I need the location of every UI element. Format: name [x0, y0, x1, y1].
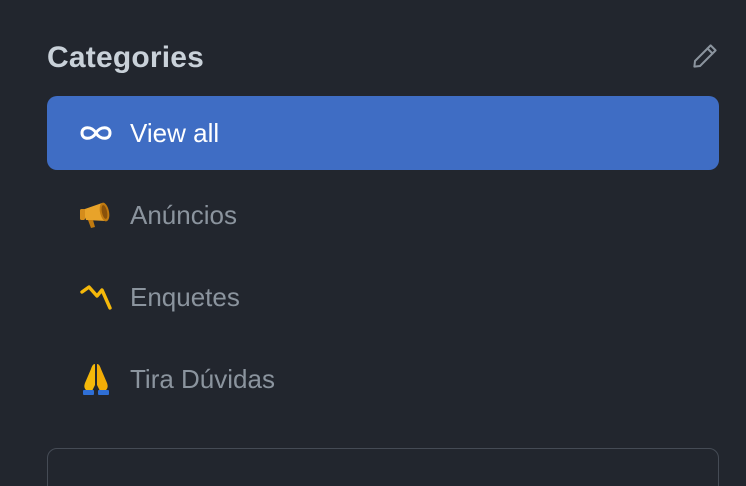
categories-title: Categories [47, 41, 205, 74]
categories-header: Categories [47, 36, 719, 80]
category-label: Tira Dúvidas [130, 363, 275, 394]
megaphone-icon [78, 196, 116, 234]
edit-categories-button[interactable] [687, 40, 723, 76]
category-list: View all Anúncios Enquetes Tira Dúvidas [47, 96, 719, 424]
pencil-icon [690, 41, 720, 76]
folded-hands-icon [78, 360, 116, 398]
category-view-all[interactable]: View all [47, 96, 719, 170]
category-tira-duvidas[interactable]: Tira Dúvidas [47, 342, 719, 416]
infinity-icon [78, 114, 116, 152]
lower-card [47, 448, 719, 486]
category-enquetes[interactable]: Enquetes [47, 260, 719, 334]
categories-panel: Categories View all Anúncios Enquetes Ti… [0, 0, 746, 486]
category-label: View all [130, 117, 220, 148]
mountain-chart-icon [78, 278, 116, 316]
category-label: Anúncios [130, 199, 237, 230]
category-label: Enquetes [130, 281, 240, 312]
category-anuncios[interactable]: Anúncios [47, 178, 719, 252]
